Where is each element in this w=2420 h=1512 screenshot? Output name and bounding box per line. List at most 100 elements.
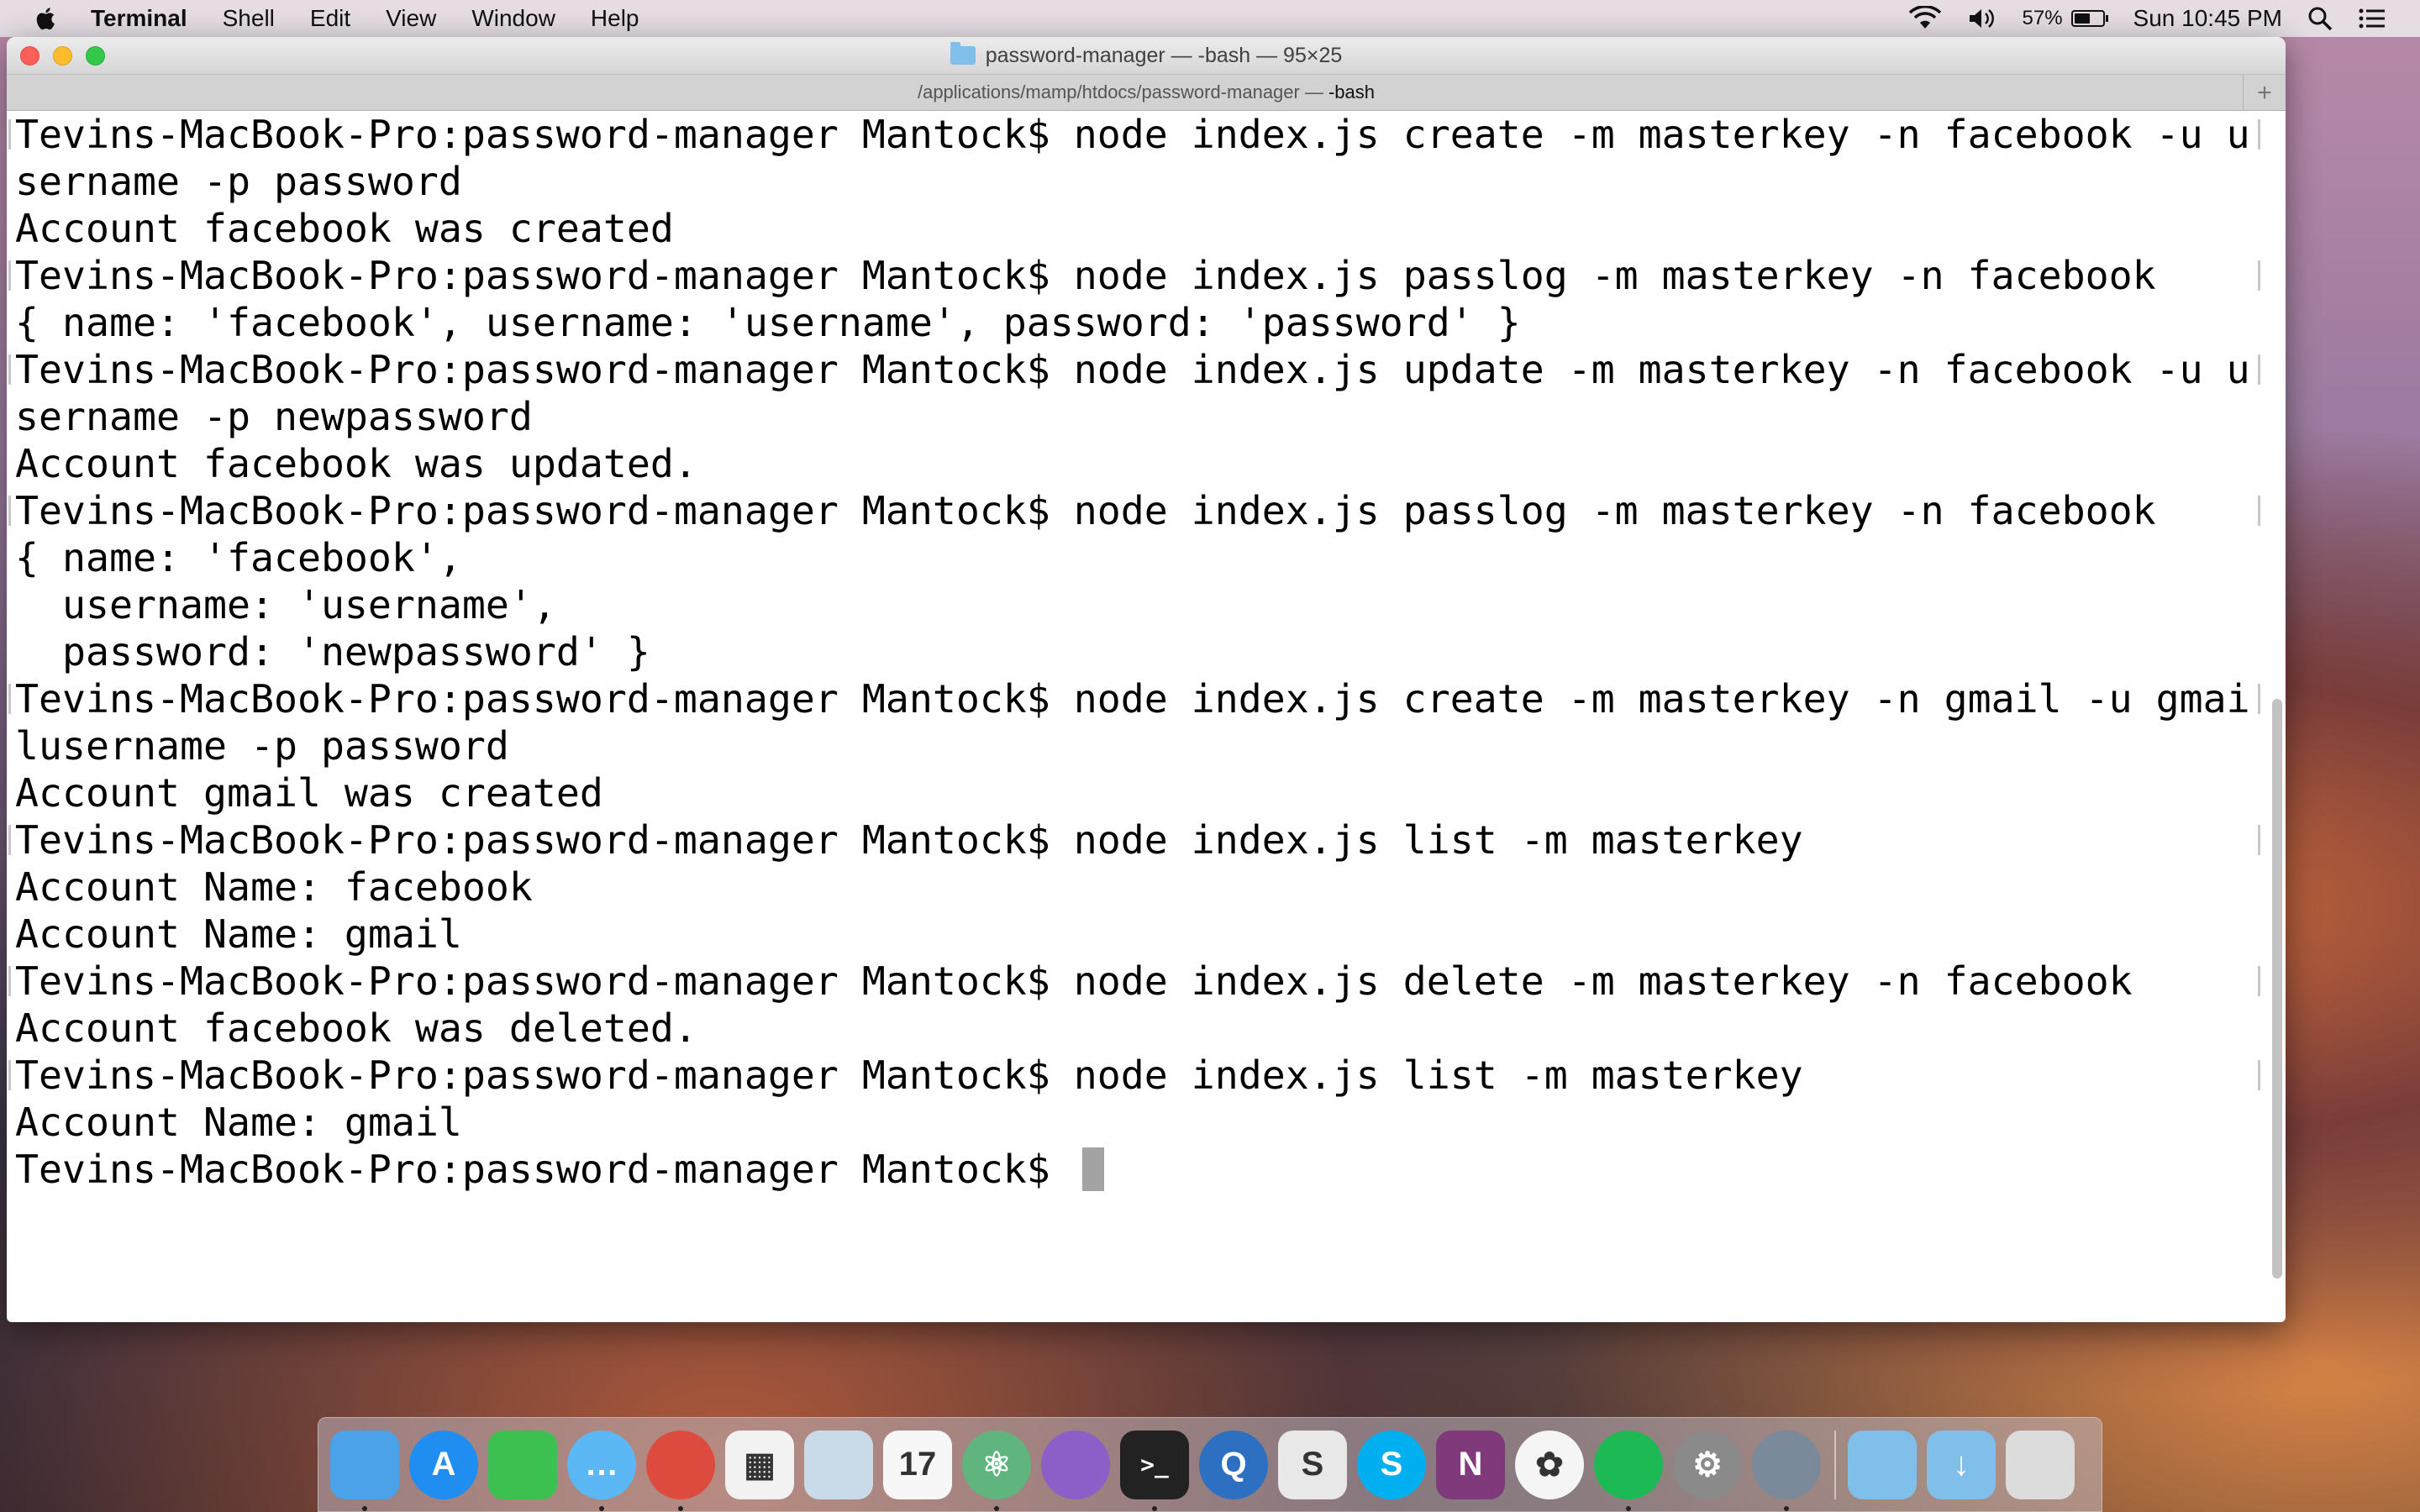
apple-menu-icon[interactable] [32, 4, 60, 33]
minimize-window-button[interactable] [53, 46, 72, 66]
terminal-scrollbar[interactable] [2272, 699, 2282, 1278]
onenote-icon[interactable]: N [1436, 1430, 1505, 1499]
prompt-mark-right [2258, 354, 2260, 385]
terminal-line-text: Account facebook was updated. [15, 441, 697, 486]
downloads-folder-icon[interactable]: ↓ [1927, 1430, 1996, 1499]
terminal-output-line: password: 'newpassword' } [15, 628, 2286, 675]
messages-icon[interactable]: … [567, 1430, 636, 1511]
prompt-mark [8, 684, 11, 714]
terminal-window: password-manager — -bash — 95×25 /applic… [7, 37, 2286, 1322]
terminal-cursor [1081, 1147, 1104, 1191]
tab-bar: /applications/mamp/htdocs/password-manag… [7, 74, 2286, 111]
running-indicator [1626, 1505, 1631, 1511]
terminal-line-text: Tevins-MacBook-Pro:password-manager Mant… [15, 817, 1803, 863]
prompt-mark [8, 825, 11, 855]
running-indicator [599, 1505, 604, 1511]
terminal-prompt-line: Tevins-MacBook-Pro:password-manager Mant… [8, 1052, 2286, 1099]
facetime-icon[interactable] [488, 1430, 557, 1499]
atom-icon[interactable]: ⚛ [962, 1430, 1031, 1511]
prompt-mark [8, 496, 11, 526]
terminal-prompt-line: Tevins-MacBook-Pro:password-manager Mant… [15, 1146, 2286, 1193]
terminal-line-text: Tevins-MacBook-Pro:password-manager Mant… [15, 112, 2250, 157]
chrome-icon[interactable] [646, 1430, 715, 1511]
terminal-output-line: Account Name: gmail [15, 1099, 2286, 1146]
menu-help[interactable]: Help [591, 5, 639, 32]
dock-separator [1834, 1430, 1836, 1499]
menu-shell[interactable]: Shell [223, 5, 275, 32]
menu-clock[interactable]: Sun 10:45 PM [2133, 5, 2282, 32]
terminal-line-text: Tevins-MacBook-Pro:password-manager Mant… [15, 347, 2250, 392]
running-indicator [678, 1505, 683, 1511]
volume-icon[interactable] [1967, 6, 1997, 31]
dock: A … ▦ 17 ⚛ >_ Q S S N ✿ ⚙ ↓ [318, 1417, 2102, 1512]
quicktime-icon[interactable]: Q [1199, 1430, 1268, 1499]
menu-window[interactable]: Window [471, 5, 555, 32]
menu-edit[interactable]: Edit [310, 5, 350, 32]
terminal-output-line: Account facebook was deleted. [15, 1005, 2286, 1052]
slides-icon[interactable]: S [1278, 1430, 1347, 1499]
dock-glyph: S [1380, 1446, 1403, 1483]
battery-icon [2070, 10, 2105, 27]
dock-glyph: N [1458, 1446, 1483, 1483]
terminal-line-text: Tevins-MacBook-Pro:password-manager Mant… [15, 1147, 1074, 1192]
terminal-line-text: Tevins-MacBook-Pro:password-manager Mant… [15, 1053, 1803, 1098]
system-preferences-icon[interactable]: ⚙ [1673, 1430, 1742, 1499]
dock-glyph: ↓ [1953, 1446, 1970, 1483]
battery-indicator[interactable]: 57% [2023, 7, 2108, 30]
terminal-line-text: Tevins-MacBook-Pro:password-manager Mant… [15, 958, 2133, 1004]
terminal-line-text: sername -p password [15, 159, 462, 204]
prompt-mark [8, 354, 11, 385]
sequel-pro-icon[interactable] [1752, 1430, 1821, 1511]
wifi-icon[interactable] [1908, 6, 1942, 31]
terminal-line-text: Account facebook was created [15, 206, 674, 251]
menu-view[interactable]: View [386, 5, 436, 32]
skype-icon[interactable]: S [1357, 1430, 1426, 1499]
terminal-icon[interactable]: >_ [1120, 1430, 1189, 1511]
zoom-window-button[interactable] [86, 46, 105, 66]
preview-icon[interactable] [804, 1430, 873, 1499]
terminal-line-text: Account gmail was created [15, 770, 603, 816]
terminal-output-line: Account Name: gmail [15, 911, 2286, 958]
menu-app-name[interactable]: Terminal [91, 5, 187, 32]
running-indicator [362, 1505, 367, 1511]
prompt-mark [8, 260, 11, 291]
launchpad-icon[interactable]: ▦ [725, 1430, 794, 1499]
github-desktop-icon[interactable] [1041, 1430, 1110, 1499]
terminal-output-line: { name: 'facebook', [15, 534, 2286, 581]
trash-icon[interactable] [2006, 1430, 2075, 1499]
folder-icon [950, 42, 976, 65]
photos-icon[interactable]: ✿ [1515, 1430, 1584, 1499]
terminal-line-text: Account Name: gmail [15, 911, 462, 957]
spotify-icon[interactable] [1594, 1430, 1663, 1511]
notification-center-icon[interactable] [2358, 7, 2386, 30]
prompt-mark-right [2258, 496, 2260, 526]
calendar-icon[interactable]: 17 [883, 1430, 952, 1499]
finder-icon[interactable] [330, 1430, 399, 1511]
battery-percent: 57% [2022, 7, 2063, 29]
app-store-icon[interactable]: A [409, 1430, 478, 1499]
documents-folder-icon[interactable] [1848, 1430, 1917, 1499]
terminal-output[interactable]: Tevins-MacBook-Pro:password-manager Mant… [7, 111, 2286, 1322]
terminal-line-text: { name: 'facebook', username: 'username'… [15, 300, 1521, 345]
terminal-line-text: Account facebook was deleted. [15, 1005, 697, 1051]
terminal-line-text: Account Name: facebook [15, 864, 533, 910]
window-titlebar[interactable]: password-manager — -bash — 95×25 [7, 37, 2286, 74]
terminal-output-line: { name: 'facebook', username: 'username'… [15, 299, 2286, 346]
dock-glyph: A [431, 1446, 456, 1483]
terminal-output-line: username: 'username', [15, 581, 2286, 628]
prompt-mark-right [2258, 1060, 2260, 1090]
terminal-prompt-line: Tevins-MacBook-Pro:password-manager Mant… [8, 252, 2286, 299]
terminal-prompt-line: Tevins-MacBook-Pro:password-manager Mant… [8, 346, 2286, 393]
terminal-prompt-line: Tevins-MacBook-Pro:password-manager Mant… [8, 487, 2286, 534]
tab-command[interactable]: -bash [1328, 81, 1375, 103]
terminal-line-text: Tevins-MacBook-Pro:password-manager Mant… [15, 253, 2156, 298]
prompt-mark-right [2258, 966, 2260, 996]
terminal-line-text: password: 'newpassword' } [15, 629, 650, 675]
new-tab-button[interactable]: + [2243, 75, 2286, 111]
window-title: password-manager — -bash — 95×25 [985, 43, 1343, 67]
spotlight-search-icon[interactable] [2307, 6, 2333, 31]
terminal-line-text: sername -p newpassword [15, 394, 533, 439]
tab-path[interactable]: /applications/mamp/htdocs/password-manag… [918, 81, 1323, 103]
dock-glyph: ⚙ [1692, 1446, 1723, 1483]
close-window-button[interactable] [20, 46, 39, 66]
